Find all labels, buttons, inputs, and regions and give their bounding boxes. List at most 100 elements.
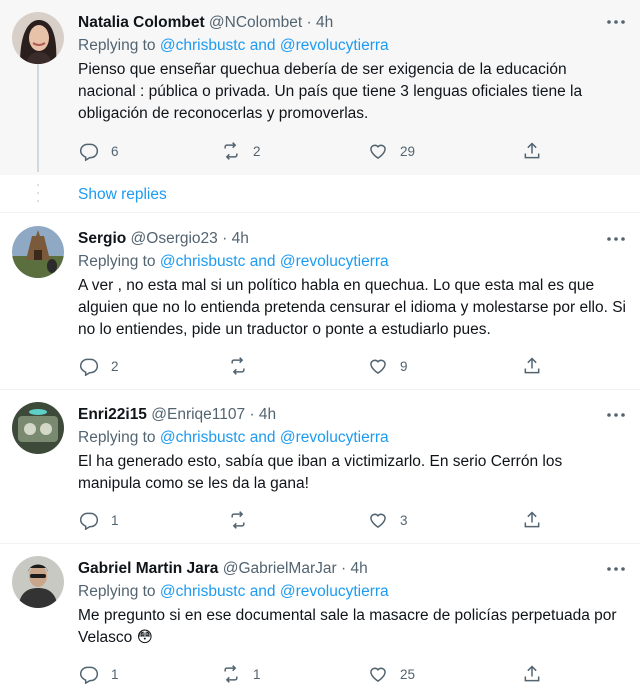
reply-icon [79, 143, 99, 161]
timestamp[interactable]: 4h [316, 14, 333, 31]
heart-icon [370, 667, 386, 682]
more-horizontal-icon [607, 20, 625, 24]
heart-icon [370, 359, 386, 374]
separator: · [222, 230, 228, 247]
retweet-button[interactable] [228, 354, 260, 378]
display-name[interactable]: Gabriel Martin Jara [78, 560, 218, 577]
share-icon [524, 142, 540, 159]
replying-to-label: Replying to [78, 429, 156, 446]
share-button[interactable] [522, 354, 542, 378]
avatar[interactable] [12, 556, 64, 608]
more-horizontal-icon [607, 237, 625, 241]
tweet-header: Gabriel Martin Jara @GabrielMarJar · 4h [78, 559, 626, 579]
thread-line [37, 64, 39, 172]
mention-link[interactable]: @revolucytierra [280, 37, 389, 54]
like-button[interactable]: 9 [368, 354, 408, 378]
retweet-button[interactable]: 2 [221, 139, 261, 163]
reply-and: and [249, 429, 276, 446]
share-icon [524, 511, 540, 528]
replying-to-label: Replying to [78, 37, 156, 54]
avatar-image [12, 556, 64, 608]
retweet-icon [231, 357, 245, 375]
replying-to-label: Replying to [78, 253, 156, 270]
separator: · [306, 14, 312, 31]
like-button[interactable]: 29 [368, 139, 415, 163]
display-name[interactable]: Enri22i15 [78, 406, 147, 423]
avatar-image [12, 226, 64, 278]
share-button[interactable] [522, 139, 542, 163]
mention-link[interactable]: @chrisbustc [160, 37, 246, 54]
display-name[interactable]: Sergio [78, 230, 126, 247]
retweet-button[interactable] [228, 508, 260, 532]
avatar[interactable] [12, 226, 64, 278]
reply-button[interactable]: 2 [79, 354, 119, 378]
retweet-icon [231, 511, 245, 529]
reply-button[interactable]: 6 [79, 139, 119, 163]
reply-count: 1 [111, 666, 119, 682]
avatar[interactable] [12, 12, 64, 64]
mention-link[interactable]: @chrisbustc [160, 429, 246, 446]
replying-to: Replying to @chrisbustc and @revolucytie… [78, 36, 626, 56]
tweet-text: Me pregunto si en ese documental sale la… [78, 607, 617, 646]
reply-and: and [249, 583, 276, 600]
like-count: 29 [400, 143, 416, 159]
avatar[interactable] [12, 402, 64, 454]
reply-icon [79, 512, 99, 530]
more-options-button[interactable] [604, 12, 628, 32]
share-icon [524, 357, 540, 374]
tweet-header: Natalia Colombet @NColombet · 4h [78, 13, 626, 33]
more-options-button[interactable] [604, 229, 628, 249]
reply-button[interactable]: 1 [79, 662, 119, 686]
tweet-actions: 6 2 29 [72, 139, 552, 163]
reply-and: and [249, 37, 276, 54]
tweet-actions: 1 3 [72, 508, 552, 532]
more-horizontal-icon [607, 413, 625, 417]
retweet-count: 2 [253, 143, 261, 159]
like-count: 3 [400, 512, 408, 528]
like-button[interactable]: 25 [368, 662, 415, 686]
reply-icon [79, 666, 99, 684]
tweet[interactable]: Gabriel Martin Jara @GabrielMarJar · 4h … [0, 544, 640, 697]
user-handle[interactable]: @Enriqe1107 [151, 406, 245, 423]
reply-icon [79, 358, 99, 376]
reply-count: 1 [111, 512, 119, 528]
tweet[interactable]: Natalia Colombet @NColombet · 4h Replyin… [0, 0, 640, 175]
like-button[interactable]: 3 [368, 508, 408, 532]
more-options-button[interactable] [604, 559, 628, 579]
share-icon [524, 665, 540, 682]
user-handle[interactable]: @Osergio23 [131, 230, 218, 247]
timestamp[interactable]: 4h [259, 406, 276, 423]
mention-link[interactable]: @revolucytierra [280, 429, 389, 446]
mention-link[interactable]: @revolucytierra [280, 583, 389, 600]
timestamp[interactable]: 4h [232, 230, 249, 247]
retweet-button[interactable]: 1 [221, 662, 261, 686]
thread-dots [37, 184, 39, 202]
mention-link[interactable]: @revolucytierra [280, 253, 389, 270]
show-replies-link[interactable]: Show replies [78, 186, 167, 204]
share-button[interactable] [522, 508, 542, 532]
share-button[interactable] [522, 662, 542, 686]
mention-link[interactable]: @chrisbustc [160, 583, 246, 600]
user-handle[interactable]: @GabrielMarJar [223, 560, 337, 577]
retweet-count: 1 [253, 666, 261, 682]
tweet-actions: 1 1 25 [72, 662, 552, 686]
timestamp[interactable]: 4h [350, 560, 367, 577]
reply-count: 2 [111, 358, 119, 374]
display-name[interactable]: Natalia Colombet [78, 14, 205, 31]
reply-button[interactable]: 1 [79, 508, 119, 532]
user-handle[interactable]: @NColombet [209, 14, 302, 31]
tweet-text: Pienso que enseñar quechua debería de se… [78, 61, 583, 122]
tweet-text: A ver , no esta mal si un político habla… [78, 277, 627, 338]
more-options-button[interactable] [604, 405, 628, 425]
avatar-image [12, 12, 64, 64]
like-count: 9 [400, 358, 408, 374]
mention-link[interactable]: @chrisbustc [160, 253, 246, 270]
reply-and: and [249, 253, 276, 270]
tweet-text: El ha generado esto, sabía que iban a vi… [78, 453, 563, 492]
tweet[interactable]: Enri22i15 @Enriqe1107 · 4h Replying to @… [0, 390, 640, 544]
avatar-image [12, 402, 64, 454]
retweet-icon [224, 665, 238, 683]
tweet[interactable]: Sergio @Osergio23 · 4h Replying to @chri… [0, 213, 640, 390]
retweet-icon [224, 142, 238, 160]
heart-icon [370, 513, 386, 528]
